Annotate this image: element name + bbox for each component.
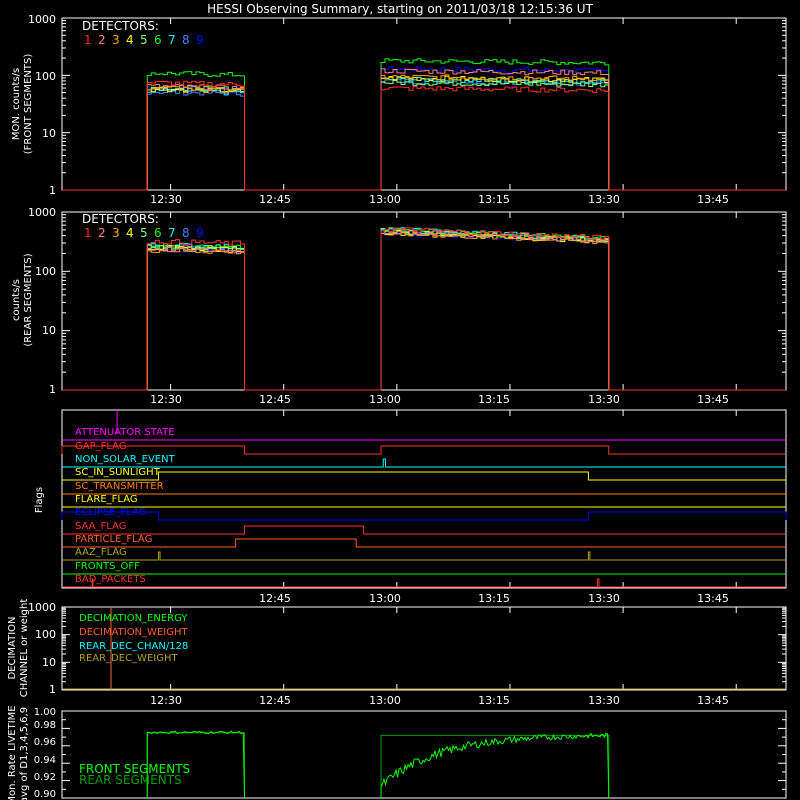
ylabel-line-2: (REAR SEGMENTS) [23, 253, 34, 346]
ylabel-line-1: counts/s [11, 279, 22, 321]
ytick-label: 1.00 [34, 707, 56, 718]
xtick-label: 12:45 [259, 694, 291, 707]
legend-detector-6: 6 [154, 33, 162, 47]
xtick-label: 12:30 [150, 393, 182, 406]
legend-detector-2: 2 [98, 226, 106, 240]
ytick-label: 0.94 [34, 755, 56, 766]
ytick-label-1000: 1000 [28, 601, 56, 614]
xtick-label: 13:45 [697, 592, 729, 605]
legend-rear-dec-weight: REAR_DEC_WEIGHT [79, 653, 178, 664]
flag-label-aaz-flag: AAZ_FLAG [75, 547, 127, 558]
legend-detector-1: 1 [84, 33, 92, 47]
legend-detector-8: 8 [182, 33, 190, 47]
xtick-label: 13:00 [369, 393, 401, 406]
ytick-label: 0.90 [34, 789, 56, 800]
flag-label-attenuator-state: ATTENUATOR STATE [75, 427, 175, 438]
ytick-label-10: 10 [42, 324, 56, 337]
ytick-label-1: 1 [49, 383, 56, 396]
ylabel-line-2: avg of D1,3,4,5,6,9 [19, 707, 30, 800]
xtick-label: 13:30 [588, 393, 620, 406]
legend-detector-4: 4 [126, 226, 134, 240]
xtick-label: 13:15 [478, 393, 510, 406]
xtick-label: 13:45 [697, 694, 729, 707]
panel-front-ylabel: MON. counts/s (FRONT SEGMENTS) [11, 54, 34, 155]
xtick-label: 13:00 [369, 193, 401, 206]
legend-detector-4: 4 [126, 33, 134, 47]
ytick-label-100: 100 [35, 70, 56, 83]
ylabel-line-2: CHANNEL or weight [19, 599, 30, 698]
legend-detector-3: 3 [112, 226, 120, 240]
ytick-label-1000: 1000 [28, 206, 56, 219]
ytick-label-1000: 1000 [28, 13, 56, 26]
xtick-label: 13:45 [697, 193, 729, 206]
legend-detector-7: 7 [168, 226, 176, 240]
panel-livetime-ylabel: Mon. Rate LIVETIME avg of D1,3,4,5,6,9 [7, 705, 30, 800]
xtick-label: 13:15 [478, 592, 510, 605]
flag-label-saa-flag: SAA_FLAG [75, 521, 126, 532]
xtick-label: 13:30 [588, 592, 620, 605]
xtick-label: 13:30 [588, 694, 620, 707]
ytick-label: 0.92 [34, 772, 56, 783]
ytick-label-10: 10 [42, 656, 56, 669]
flag-label-particle-flag: PARTICLE_FLAG [75, 534, 152, 545]
legend-rear-segments: REAR SEGMENTS [79, 773, 182, 787]
figure-title: HESSI Observing Summary, starting on 201… [207, 2, 593, 16]
legend-detector-7: 7 [168, 33, 176, 47]
xtick-label: 13:15 [478, 694, 510, 707]
xtick-label: 12:45 [259, 592, 291, 605]
ytick-label: 0.96 [34, 737, 56, 748]
legend-detector-5: 5 [140, 33, 148, 47]
xtick-label: 12:30 [150, 193, 182, 206]
panel-rear-legend-numbers: 1 2 3 4 5 6 7 8 9 [84, 226, 204, 240]
ylabel-line-1: Mon. Rate LIVETIME [7, 705, 18, 800]
legend-detector-6: 6 [154, 226, 162, 240]
xtick-label: 13:00 [369, 592, 401, 605]
xtick-label: 12:45 [259, 193, 291, 206]
ylabel-line-1: DECIMATION [7, 616, 18, 679]
flag-label-eclipse-flag: ECLIPSE_FLAG [75, 507, 146, 518]
xtick-label: 13:15 [478, 193, 510, 206]
flag-label-sc-transmitter: SC_TRANSMITTER [75, 481, 164, 492]
flag-label-non-solar-event: NON_SOLAR_EVENT [75, 454, 176, 465]
panel-livetime-legend: FRONT SEGMENTS REAR SEGMENTS [79, 762, 190, 787]
panel-flags-ylabel: Flags [34, 487, 45, 513]
ylabel-line-1: MON. counts/s [11, 68, 22, 140]
xtick-label: 13:30 [588, 193, 620, 206]
panel-front-legend-numbers: 1 2 3 4 5 6 7 8 9 [84, 33, 204, 47]
legend-detector-1: 1 [84, 226, 92, 240]
observing-summary-figure: HESSI Observing Summary, starting on 201… [0, 0, 800, 800]
legend-decimation-energy: DECIMATION_ENERGY [79, 613, 188, 624]
xtick-label: 13:00 [369, 694, 401, 707]
ytick-label: 0.98 [34, 720, 56, 731]
legend-detector-5: 5 [140, 226, 148, 240]
legend-decimation-weight: DECIMATION_WEIGHT [79, 627, 188, 638]
xtick-label: 12:45 [259, 393, 291, 406]
flag-label-gap-flag: GAP_FLAG [75, 441, 127, 452]
ytick-label-100: 100 [35, 265, 56, 278]
ytick-label-1: 1 [49, 184, 56, 197]
panel-front-legend-title: DETECTORS: [82, 19, 159, 33]
flag-label-fronts-off: FRONTS_OFF [75, 561, 140, 572]
xtick-label: 12:30 [150, 694, 182, 707]
xtick-label: 13:45 [697, 393, 729, 406]
panel-rear-legend-title: DETECTORS: [82, 212, 159, 226]
ylabel-line-2: (FRONT SEGMENTS) [23, 54, 34, 155]
legend-detector-2: 2 [98, 33, 106, 47]
flag-label-bad-packets: BAD_PACKETS [75, 574, 146, 585]
ytick-label-1: 1 [49, 683, 56, 696]
flag-label-flare-flag: FLARE_FLAG [75, 494, 138, 505]
ytick-label-10: 10 [42, 127, 56, 140]
ytick-label-100: 100 [35, 628, 56, 641]
legend-detector-9: 9 [196, 33, 204, 47]
flag-label-sc-in-sunlight: SC_IN_SUNLIGHT [75, 467, 161, 478]
legend-detector-8: 8 [182, 226, 190, 240]
legend-detector-9: 9 [196, 226, 204, 240]
legend-rear-dec-chan: REAR_DEC_CHAN/128 [79, 641, 188, 652]
legend-detector-3: 3 [112, 33, 120, 47]
